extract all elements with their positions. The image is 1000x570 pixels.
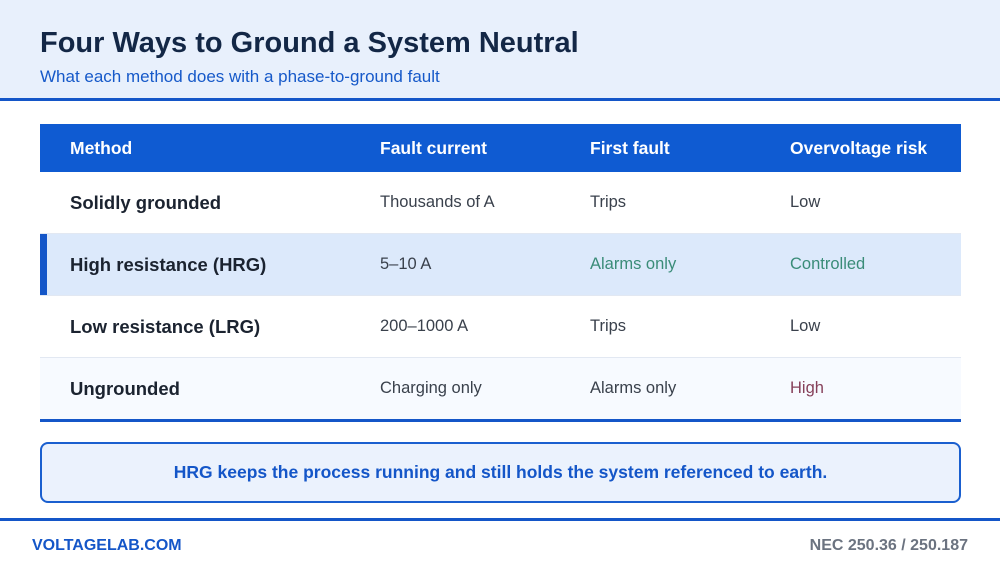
method-cell: High resistance (HRG): [70, 254, 267, 275]
table-row: Solidly grounded Thousands of A Trips Lo…: [40, 172, 961, 234]
table-row: Ungrounded Charging only Alarms only Hig…: [40, 358, 961, 422]
header-band: Four Ways to Ground a System Neutral Wha…: [0, 0, 1000, 98]
first-fault-cell: Trips: [590, 317, 627, 335]
first-fault-cell: Alarms only: [590, 379, 677, 397]
footer-site-link[interactable]: VOLTAGELAB.COM: [32, 537, 182, 555]
page-title: Four Ways to Ground a System Neutral: [40, 27, 579, 59]
overvoltage-risk-cell: Low: [790, 193, 821, 211]
column-header-fault-current: Fault current: [380, 138, 487, 158]
first-fault-cell: Trips: [590, 193, 627, 211]
column-header-method: Method: [70, 138, 133, 158]
column-header-overvoltage-risk: Overvoltage risk: [790, 138, 928, 158]
fault-current-cell: Thousands of A: [380, 193, 495, 211]
overvoltage-risk-cell: Low: [790, 317, 821, 335]
overvoltage-risk-cell: Controlled: [790, 255, 866, 273]
column-header-first-fault: First fault: [590, 138, 670, 158]
method-cell: Ungrounded: [70, 378, 180, 399]
grounding-methods-table: Method Fault current First fault Overvol…: [40, 124, 961, 422]
footer-code-reference: NEC 250.36 / 250.187: [809, 537, 968, 554]
fault-current-cell: 200–1000 A: [380, 317, 469, 335]
fault-current-cell: 5–10 A: [380, 255, 432, 273]
method-cell: Low resistance (LRG): [70, 316, 261, 337]
fault-current-cell: Charging only: [380, 379, 482, 397]
table-row: Low resistance (LRG) 200–1000 A Trips Lo…: [40, 296, 961, 358]
table-row-highlighted: High resistance (HRG) 5–10 A Alarms only…: [40, 234, 961, 296]
callout-text: HRG keeps the process running and still …: [173, 462, 828, 482]
first-fault-cell: Alarms only: [590, 255, 677, 273]
header-divider: [0, 98, 1000, 101]
takeaway-callout: HRG keeps the process running and still …: [40, 442, 961, 503]
overvoltage-risk-cell: High: [790, 379, 824, 397]
footer-divider: [0, 518, 1000, 521]
page-subtitle: What each method does with a phase-to-gr…: [40, 67, 440, 86]
method-cell: Solidly grounded: [70, 192, 222, 213]
table-header: Method Fault current First fault Overvol…: [40, 124, 961, 172]
highlight-accent-bar: [40, 234, 47, 295]
